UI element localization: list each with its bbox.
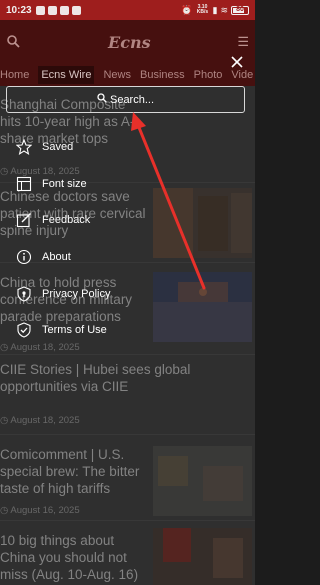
- annotation-arrow: [131, 112, 206, 290]
